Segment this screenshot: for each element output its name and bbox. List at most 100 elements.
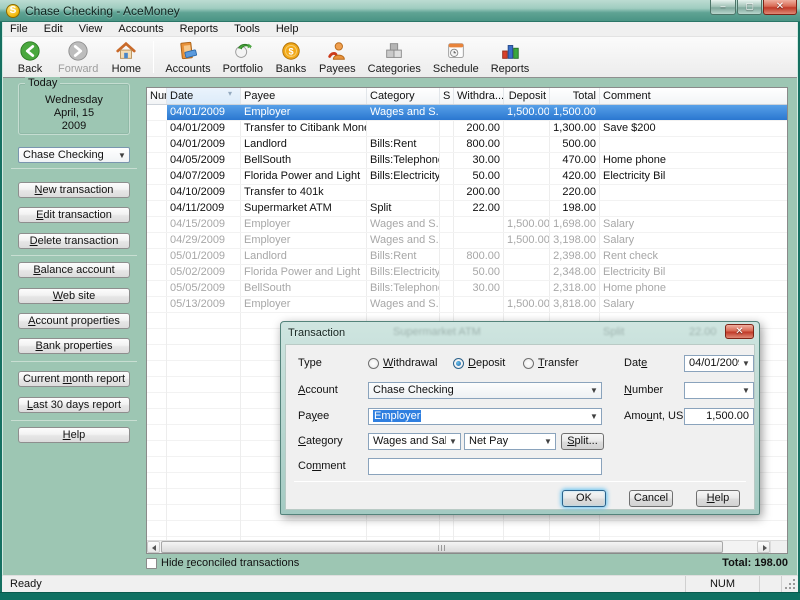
forward-button[interactable]: Forward bbox=[52, 38, 104, 76]
header-num[interactable]: Num bbox=[147, 88, 167, 104]
header-status[interactable]: S bbox=[440, 88, 454, 104]
table-row[interactable]: 04/01/2009 Landlord Bills:Rent 800.00 50… bbox=[147, 137, 787, 153]
toolbar-label: Schedule bbox=[433, 63, 479, 75]
scrollbar-track[interactable] bbox=[160, 541, 757, 553]
hide-reconciled-checkbox[interactable] bbox=[146, 558, 157, 569]
payee-combo[interactable]: Employer ▼ bbox=[368, 408, 602, 425]
split-button[interactable]: Split... bbox=[561, 433, 604, 450]
chevron-down-icon: ▼ bbox=[446, 437, 460, 446]
today-year: 2009 bbox=[19, 120, 129, 133]
cancel-button[interactable]: Cancel bbox=[629, 490, 673, 507]
table-row[interactable]: 04/11/2009 Supermarket ATM Split 22.00 1… bbox=[147, 201, 787, 217]
table-row[interactable]: 04/15/2009 Employer Wages and S... 1,500… bbox=[147, 217, 787, 233]
help-button[interactable]: Help bbox=[18, 427, 130, 443]
table-row[interactable]: 04/07/2009 Florida Power and Light Bills… bbox=[147, 169, 787, 185]
header-total[interactable]: Total bbox=[550, 88, 600, 104]
resize-grip-icon[interactable] bbox=[782, 576, 798, 592]
reports-button[interactable]: Reports bbox=[485, 38, 536, 76]
dialog-help-button[interactable]: Help bbox=[696, 490, 740, 507]
edit-transaction-button[interactable]: Edit transaction bbox=[18, 207, 130, 223]
total-label: Total: 198.00 bbox=[722, 557, 788, 569]
table-row[interactable]: 04/05/2009 BellSouth Bills:Telephone 30.… bbox=[147, 153, 787, 169]
back-button[interactable]: Back bbox=[8, 38, 52, 76]
statusbar: Ready NUM bbox=[2, 575, 798, 592]
header-comment[interactable]: Comment bbox=[600, 88, 787, 104]
table-body: 04/01/2009 Employer Wages and S... 1,500… bbox=[147, 105, 787, 313]
table-row[interactable]: 04/29/2009 Employer Wages and S... 1,500… bbox=[147, 233, 787, 249]
portfolio-button[interactable]: Portfolio bbox=[217, 38, 269, 76]
comment-label: Comment bbox=[298, 458, 346, 475]
withdrawal-radio[interactable]: Withdrawal bbox=[368, 355, 453, 372]
date-combo[interactable]: 04/01/2009▼ bbox=[684, 355, 754, 372]
ok-button[interactable]: OK bbox=[562, 490, 606, 507]
menu-view[interactable]: View bbox=[71, 22, 111, 37]
window-border-left bbox=[0, 22, 3, 600]
table-row[interactable]: 04/10/2009 Transfer to 401k 200.00 220.0… bbox=[147, 185, 787, 201]
category-label: Category bbox=[298, 433, 343, 450]
balance-account-button[interactable]: Balance account bbox=[18, 262, 130, 278]
deposit-radio[interactable]: Deposit bbox=[453, 355, 523, 372]
status-blank-pane bbox=[760, 576, 782, 592]
sidebar-separator bbox=[11, 361, 137, 362]
categories-button[interactable]: Categories bbox=[362, 38, 427, 76]
schedule-button[interactable]: Schedule bbox=[427, 38, 485, 76]
chevron-down-icon: ▼ bbox=[587, 386, 601, 395]
number-label: Number bbox=[624, 382, 663, 399]
glass-ghost-text: Split bbox=[603, 326, 624, 338]
scrollbar-thumb[interactable] bbox=[161, 541, 723, 553]
account-combo[interactable]: Chase Checking▼ bbox=[368, 382, 602, 399]
category-combo[interactable]: Wages and Salary▼ bbox=[368, 433, 461, 450]
today-weekday: Wednesday bbox=[19, 94, 129, 107]
scroll-right-button[interactable] bbox=[757, 541, 770, 553]
selected-text: Employer bbox=[373, 410, 421, 422]
payees-icon bbox=[326, 40, 348, 62]
table-row[interactable]: 05/05/2009 BellSouth Bills:Telephone 30.… bbox=[147, 281, 787, 297]
menu-accounts[interactable]: Accounts bbox=[110, 22, 171, 37]
header-date[interactable]: Date▾ bbox=[167, 88, 241, 104]
amount-field[interactable]: 1,500.00 bbox=[684, 408, 754, 425]
comment-field[interactable] bbox=[368, 458, 602, 475]
hide-reconciled-label[interactable]: Hide reconciled transactions bbox=[161, 557, 299, 569]
dialog-title: Transaction bbox=[288, 327, 345, 339]
table-row[interactable]: 04/01/2009 Transfer to Citibank Mone... … bbox=[147, 121, 787, 137]
menu-reports[interactable]: Reports bbox=[172, 22, 227, 37]
transfer-radio[interactable]: Transfer bbox=[523, 355, 579, 372]
status-ready: Ready bbox=[2, 576, 686, 592]
header-payee[interactable]: Payee bbox=[241, 88, 367, 104]
header-deposit[interactable]: Deposit bbox=[504, 88, 550, 104]
payees-button[interactable]: Payees bbox=[313, 38, 362, 76]
dialog-close-button[interactable]: ✕ bbox=[725, 324, 754, 339]
account-select[interactable]: Chase Checking ▼ bbox=[18, 147, 130, 163]
dialog-body: Type Withdrawal Deposit Transfer Date 04… bbox=[285, 344, 755, 510]
accounts-button[interactable]: Accounts bbox=[159, 38, 216, 76]
number-combo[interactable]: ▼ bbox=[684, 382, 754, 399]
minimize-button[interactable]: – bbox=[710, 0, 736, 15]
last-30-days-report-button[interactable]: Last 30 days report bbox=[18, 397, 130, 413]
web-site-button[interactable]: Web site bbox=[18, 288, 130, 304]
table-row[interactable]: 05/01/2009 Landlord Bills:Rent 800.00 2,… bbox=[147, 249, 787, 265]
table-row[interactable]: 05/13/2009 Employer Wages and S... 1,500… bbox=[147, 297, 787, 313]
account-properties-button[interactable]: Account properties bbox=[18, 313, 130, 329]
delete-transaction-button[interactable]: Delete transaction bbox=[18, 233, 130, 249]
scroll-left-button[interactable] bbox=[147, 541, 160, 553]
chevron-down-icon: ▼ bbox=[739, 359, 753, 368]
bank-properties-button[interactable]: Bank properties bbox=[18, 338, 130, 354]
toolbar-label: Forward bbox=[58, 63, 98, 75]
subcategory-combo[interactable]: Net Pay▼ bbox=[464, 433, 556, 450]
menu-help[interactable]: Help bbox=[268, 22, 307, 37]
horizontal-scrollbar bbox=[147, 540, 787, 553]
header-withdrawal[interactable]: Withdra... bbox=[454, 88, 504, 104]
window-title: Chase Checking - AceMoney bbox=[25, 4, 180, 18]
table-row[interactable]: 05/02/2009 Florida Power and Light Bills… bbox=[147, 265, 787, 281]
banks-button[interactable]: $ Banks bbox=[269, 38, 313, 76]
menu-edit[interactable]: Edit bbox=[36, 22, 71, 37]
menu-file[interactable]: File bbox=[2, 22, 36, 37]
new-transaction-button[interactable]: New transaction bbox=[18, 182, 130, 198]
menu-tools[interactable]: Tools bbox=[226, 22, 268, 37]
maximize-button[interactable]: ▢ bbox=[737, 0, 762, 15]
close-button[interactable]: ✕ bbox=[763, 0, 797, 15]
home-button[interactable]: Home bbox=[104, 38, 148, 76]
header-category[interactable]: Category bbox=[367, 88, 440, 104]
current-month-report-button[interactable]: Current month report bbox=[18, 371, 130, 387]
table-row[interactable]: 04/01/2009 Employer Wages and S... 1,500… bbox=[147, 105, 787, 121]
